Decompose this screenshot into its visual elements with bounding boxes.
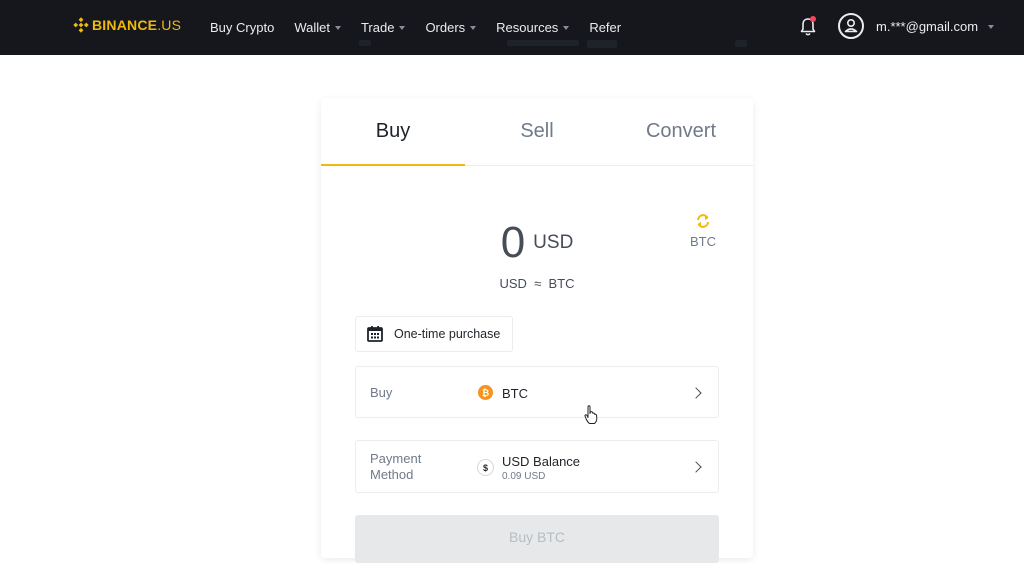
nav-wallet[interactable]: Wallet <box>294 20 341 35</box>
caret-down-icon <box>334 25 341 30</box>
hand-pointer-cursor-icon <box>584 405 598 424</box>
conversion-rate: USD ≈ BTC <box>499 276 575 291</box>
frequency-label: One-time purchase <box>394 327 501 341</box>
payment-balance: 0.09 USD <box>502 471 546 482</box>
nav-buy-crypto[interactable]: Buy Crypto <box>210 20 274 35</box>
nav-orders[interactable]: Orders <box>425 20 477 35</box>
caret-down-icon <box>563 25 570 30</box>
amount-value: 0 <box>500 218 526 267</box>
payment-method-name: USD Balance <box>502 454 581 469</box>
swap-arrows-icon <box>697 214 709 228</box>
caret-down-icon <box>988 24 995 29</box>
trade-tabs: Buy Sell Convert <box>321 98 753 166</box>
dollar-coin-icon: $ <box>477 459 494 476</box>
tab-convert[interactable]: Convert <box>609 98 753 165</box>
payment-method-selector[interactable]: Payment Method $ USD Balance 0.09 USD <box>355 440 719 493</box>
calendar-icon <box>367 326 383 342</box>
notification-badge <box>810 16 816 22</box>
trade-card: Buy Sell Convert 0 USD BTC USD ≈ BTC One… <box>321 98 753 563</box>
bitcoin-icon: ₿ <box>478 385 493 400</box>
selected-asset: BTC <box>502 386 528 401</box>
swap-currency-button[interactable]: BTC <box>685 213 721 249</box>
chevron-right-icon <box>690 461 702 473</box>
brand-name: BINANCE.US <box>92 17 182 33</box>
caret-down-icon <box>399 25 406 30</box>
binance-us-logo[interactable]: BINANCE.US <box>73 17 181 33</box>
buy-submit-button[interactable]: Buy BTC <box>355 515 719 563</box>
notifications-bell-icon[interactable] <box>798 16 818 38</box>
caret-down-icon <box>470 25 477 30</box>
page-heading-cropped <box>355 40 755 60</box>
user-avatar-icon[interactable] <box>838 13 864 39</box>
payment-row-label: Payment Method <box>370 451 422 482</box>
user-email: m.***@gmail.com <box>876 19 979 34</box>
buy-row-label: Buy <box>370 385 393 400</box>
swap-target-currency: BTC <box>690 234 716 249</box>
nav-resources[interactable]: Resources <box>496 20 570 35</box>
tab-buy[interactable]: Buy <box>321 98 465 166</box>
purchase-frequency-selector[interactable]: One-time purchase <box>355 316 514 352</box>
tab-sell[interactable]: Sell <box>465 98 609 165</box>
binance-logo-icon <box>73 17 89 33</box>
nav-trade[interactable]: Trade <box>361 20 406 35</box>
amount-currency: USD <box>533 232 574 253</box>
nav-refer[interactable]: Refer <box>589 20 621 35</box>
buy-asset-selector[interactable]: Buy ₿ BTC <box>355 366 719 418</box>
chevron-right-icon <box>690 387 702 399</box>
account-menu[interactable]: m.***@gmail.com <box>876 19 995 34</box>
